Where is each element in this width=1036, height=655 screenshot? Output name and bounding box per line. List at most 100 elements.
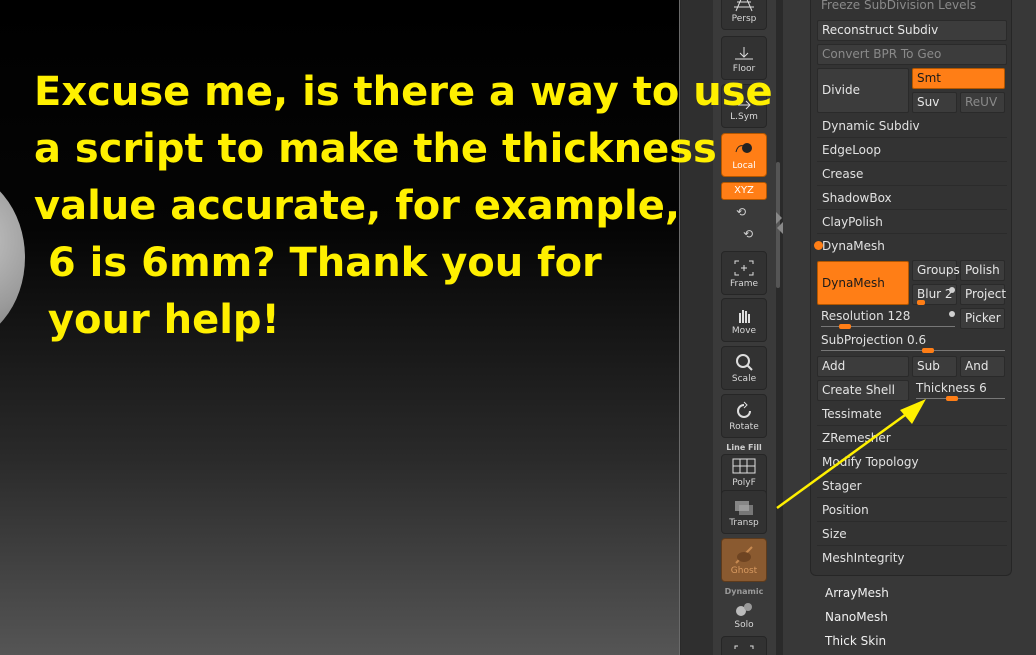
dynamesh-section-header[interactable]: DynaMesh <box>817 235 1007 258</box>
sub-label: Sub <box>917 359 940 373</box>
claypolish-row[interactable]: ClayPolish <box>817 211 1007 234</box>
smt-toggle[interactable]: Smt <box>912 68 1005 89</box>
dynamic-subdiv-label: Dynamic Subdiv <box>822 119 920 133</box>
meshintegrity-label: MeshIntegrity <box>822 551 905 565</box>
blur-slider-knob[interactable] <box>917 300 925 305</box>
stager-label: Stager <box>822 479 862 493</box>
resolution-label: Resolution 128 <box>821 309 911 323</box>
polyframe-grid-icon <box>732 457 756 477</box>
persp-button[interactable]: Persp <box>721 0 767 30</box>
add-label: Add <box>822 359 846 373</box>
size-label: Size <box>822 527 847 541</box>
floor-icon <box>732 43 756 63</box>
modify-topology-row[interactable]: Modify Topology <box>817 451 1007 474</box>
convert-bpr-button[interactable]: Convert BPR To Geo <box>817 44 1007 65</box>
and-button[interactable]: And <box>960 356 1005 377</box>
position-row[interactable]: Position <box>817 499 1007 522</box>
crease-label: Crease <box>822 167 864 181</box>
arraymesh-label: ArrayMesh <box>825 586 889 600</box>
dynamic-label: Dynamic <box>724 587 764 596</box>
zremesher-label: ZRemesher <box>822 431 891 445</box>
solo-icon <box>732 599 756 619</box>
active-section-dot-icon <box>814 241 823 250</box>
annotation-question-text: Excuse me, is there a way to use a scrip… <box>34 69 773 343</box>
tessimate-label: Tessimate <box>822 407 882 421</box>
groups-toggle[interactable]: Groups <box>912 260 960 281</box>
meshintegrity-row[interactable]: MeshIntegrity <box>817 547 1007 570</box>
zremesher-row[interactable]: ZRemesher <box>817 427 1007 450</box>
shadowbox-row[interactable]: ShadowBox <box>817 187 1007 210</box>
xyz-frame-button[interactable] <box>721 636 767 655</box>
crease-row[interactable]: Crease <box>817 163 1007 186</box>
dynamesh-button[interactable]: DynaMesh <box>817 261 909 305</box>
shadowbox-label: ShadowBox <box>822 191 892 205</box>
ghost-button[interactable]: Ghost <box>721 538 767 582</box>
add-button[interactable]: Add <box>817 356 909 377</box>
divide-button[interactable]: Divide <box>817 68 909 113</box>
subprojection-knob[interactable] <box>922 348 934 353</box>
polish-label: Polish <box>965 263 1000 277</box>
rotate-button[interactable]: Rotate <box>721 394 767 438</box>
persp-label: Persp <box>731 14 757 24</box>
nanomesh-menu[interactable]: NanoMesh <box>825 610 888 624</box>
thickness-slider[interactable]: Thickness 6 <box>916 381 987 395</box>
size-row[interactable]: Size <box>817 523 1007 546</box>
create-shell-label: Create Shell <box>822 383 895 397</box>
line-fill-label: Line Fill <box>726 443 762 452</box>
tessimate-row[interactable]: Tessimate <box>817 403 1007 426</box>
thickness-knob[interactable] <box>946 396 958 401</box>
divide-label: Divide <box>822 83 861 97</box>
perspective-grid-icon <box>732 0 756 13</box>
project-label: Project <box>965 287 1007 301</box>
edgeloop-label: EdgeLoop <box>822 143 881 157</box>
freeze-subdiv-label: Freeze SubDivision Levels <box>821 0 977 12</box>
thick-skin-menu[interactable]: Thick Skin <box>825 634 886 648</box>
picker-button[interactable]: Picker <box>960 308 1005 329</box>
rotate-label: Rotate <box>729 422 759 432</box>
freeze-subdiv-button[interactable]: Freeze SubDivision Levels <box>817 0 1007 17</box>
geometry-subpalette: Freeze SubDivision Levels Reconstruct Su… <box>810 0 1012 576</box>
thick-skin-label: Thick Skin <box>825 634 887 648</box>
edgeloop-row[interactable]: EdgeLoop <box>817 139 1007 162</box>
convert-bpr-label: Convert BPR To Geo <box>822 47 942 61</box>
blur-label: Blur 2 <box>917 287 953 301</box>
smt-label: Smt <box>917 71 942 85</box>
transparency-icon <box>732 497 756 517</box>
scale-label: Scale <box>731 374 757 384</box>
reuv-label: ReUV <box>965 95 998 109</box>
polish-toggle[interactable]: Polish <box>960 260 1005 281</box>
project-toggle[interactable]: Project <box>960 284 1007 305</box>
arraymesh-menu[interactable]: ArrayMesh <box>825 586 889 600</box>
suv-toggle[interactable]: Suv <box>912 92 957 113</box>
picker-label: Picker <box>965 311 1001 325</box>
polyf-label: PolyF <box>732 478 756 488</box>
and-label: And <box>965 359 989 373</box>
reconstruct-subdiv-button[interactable]: Reconstruct Subdiv <box>817 20 1007 41</box>
solo-label: Solo <box>734 620 754 630</box>
resolution-slider[interactable]: Resolution 128 <box>821 309 910 323</box>
sculpt-sphere <box>0 170 25 345</box>
blur-indicator-icon <box>949 287 955 293</box>
ghost-label: Ghost <box>730 566 758 576</box>
sub-button[interactable]: Sub <box>912 356 957 377</box>
subprojection-slider[interactable]: SubProjection 0.6 <box>821 333 926 347</box>
dynamic-subdiv-row[interactable]: Dynamic Subdiv <box>817 115 1007 138</box>
transp-button[interactable]: Transp <box>721 490 767 534</box>
subprojection-label: SubProjection 0.6 <box>821 333 927 347</box>
subprojection-track[interactable] <box>821 350 1005 351</box>
expand-icon <box>732 643 756 655</box>
transp-label: Transp <box>729 518 759 528</box>
suv-label: Suv <box>917 95 940 109</box>
thickness-track[interactable] <box>916 398 1005 399</box>
create-shell-button[interactable]: Create Shell <box>817 380 909 401</box>
resolution-indicator-icon <box>949 311 955 317</box>
nanomesh-label: NanoMesh <box>825 610 888 624</box>
claypolish-label: ClayPolish <box>822 215 883 229</box>
stager-row[interactable]: Stager <box>817 475 1007 498</box>
scale-button[interactable]: Scale <box>721 346 767 390</box>
ghost-icon <box>732 545 756 565</box>
dynamesh-header-label: DynaMesh <box>822 239 885 253</box>
reuv-button[interactable]: ReUV <box>960 92 1005 113</box>
resolution-knob[interactable] <box>839 324 851 329</box>
groups-label: Groups <box>917 263 960 277</box>
